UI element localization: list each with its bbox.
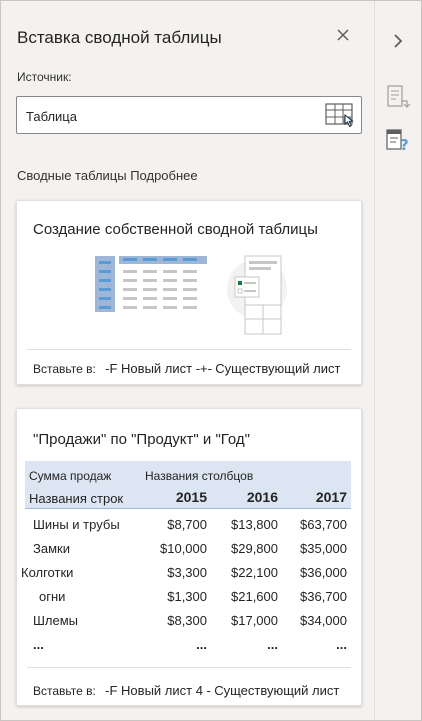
card-title: "Продажи" по "Продукт" и "Год"	[33, 431, 250, 448]
row-name: Замки	[33, 541, 70, 556]
cell-value: $13,800	[231, 517, 278, 532]
close-button[interactable]	[331, 23, 355, 47]
card-divider	[27, 349, 351, 350]
source-input[interactable]: Таблица	[16, 96, 362, 134]
row-name: Шлемы	[33, 613, 79, 628]
year-header: 2016	[246, 489, 278, 505]
row-name: Шины и трубы	[33, 517, 120, 532]
cell-ellipsis: ...	[336, 637, 347, 652]
cell-value: $36,000	[300, 565, 347, 580]
pivot-fields-button[interactable]	[383, 82, 413, 112]
recommended-pivot-card[interactable]: "Продажи" по "Продукт" и "Год" Сумма про…	[16, 408, 362, 706]
table-row: Шины и трубы $8,700 $13,800 $63,700	[25, 513, 351, 537]
insert-options: Вставьте в: -F Новый лист 4 - Существующ…	[33, 683, 361, 698]
card-title: Создание собственной сводной таблицы	[33, 221, 318, 238]
row-ellipsis: ...	[33, 637, 44, 652]
table-row: Колготки $3,300 $22,100 $36,000	[21, 561, 351, 585]
pivot-header: Сумма продаж Названия столбцов Названия …	[25, 461, 351, 509]
cell-value: $63,700	[300, 517, 347, 532]
custom-pivot-card[interactable]: Создание собственной сводной таблицы Вст…	[16, 200, 362, 385]
pivot-illustration	[95, 255, 287, 335]
existing-sheet-option[interactable]: Существующий лист	[215, 361, 340, 376]
source-value: Таблица	[26, 109, 77, 124]
columns-label: Названия столбцов	[145, 469, 254, 483]
row-name: огни	[39, 589, 66, 604]
new-sheet-option[interactable]: -F Новый лист 4 -	[105, 683, 211, 698]
cell-value: $10,000	[160, 541, 207, 556]
pivot-preview: Сумма продаж Названия столбцов Названия …	[21, 461, 351, 657]
cell-value: $1,300	[167, 589, 207, 604]
card-divider	[27, 667, 351, 668]
svg-text:?: ?	[400, 136, 409, 154]
cell-value: $36,700	[300, 589, 347, 604]
side-rail: ?	[374, 1, 421, 720]
table-row: Замки $10,000 $29,800 $35,000	[25, 537, 351, 561]
cell-ellipsis: ...	[196, 637, 207, 652]
chevron-right-icon	[394, 34, 403, 48]
value-label: Сумма продаж	[29, 469, 112, 483]
cell-value: $35,000	[300, 541, 347, 556]
cell-value: $17,000	[231, 613, 278, 628]
new-sheet-option[interactable]: -F Новый лист -+-	[105, 361, 212, 376]
cell-value: $21,600	[231, 589, 278, 604]
row-name: Колготки	[21, 565, 74, 580]
section-label: Сводные таблицы Подробнее	[17, 168, 198, 183]
cell-value: $22,100	[231, 565, 278, 580]
cell-value: $34,000	[300, 613, 347, 628]
existing-sheet-option[interactable]: Существующий лист	[214, 683, 339, 698]
cell-value: $8,700	[167, 517, 207, 532]
insert-pivot-pane: Вставка сводной таблицы Источник: Таблиц…	[1, 1, 374, 720]
cell-value: $29,800	[231, 541, 278, 556]
table-row-ellipsis: ... ... ... ...	[25, 633, 351, 657]
pivot-help-button[interactable]: ?	[383, 125, 413, 155]
year-header: 2017	[315, 489, 347, 505]
pivot-fields-icon	[387, 85, 411, 108]
table-row: Шлемы $8,300 $17,000 $34,000	[25, 609, 351, 633]
close-icon	[337, 29, 349, 41]
table-row: огни $1,300 $21,600 $36,700	[25, 585, 351, 609]
insert-label: Вставьте в:	[33, 362, 96, 376]
cell-value: $8,300	[167, 613, 207, 628]
insert-options: Вставьте в: -F Новый лист -+- Существующ…	[33, 361, 361, 376]
year-header: 2015	[175, 489, 207, 505]
cell-value: $3,300	[167, 565, 207, 580]
rows-label: Названия строк	[29, 491, 124, 506]
collapse-button[interactable]	[383, 26, 413, 56]
pane-title: Вставка сводной таблицы	[17, 28, 222, 47]
cell-ellipsis: ...	[267, 637, 278, 652]
insert-label: Вставьте в:	[33, 684, 96, 698]
select-range-icon[interactable]	[325, 102, 355, 128]
pivot-help-icon: ?	[386, 129, 409, 154]
source-label: Источник:	[17, 70, 72, 84]
